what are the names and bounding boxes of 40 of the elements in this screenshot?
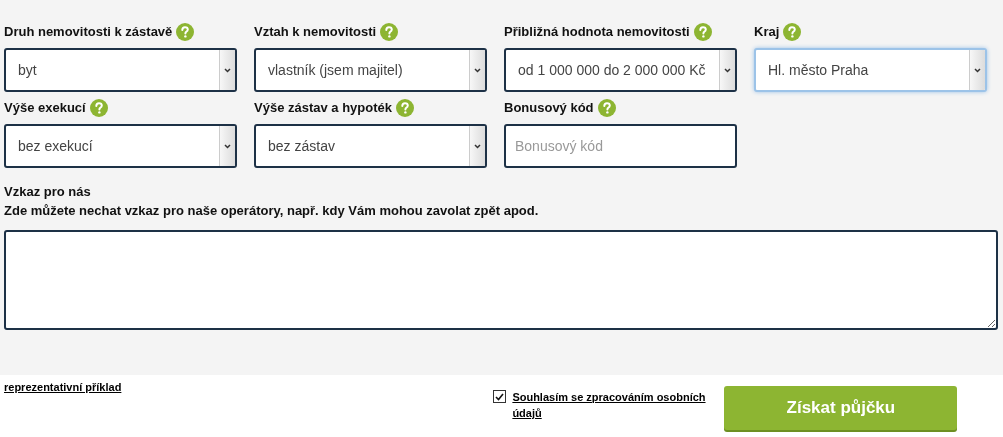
field-label: Bonusový kód [504,99,594,118]
select-field[interactable]: byt [4,48,237,92]
chevron-down-icon [224,143,231,149]
select-value: bez zástav [267,136,336,156]
select-field[interactable]: bez exekucí [4,124,237,168]
chevron-down-icon [474,67,481,73]
chevron-down-icon [724,67,731,73]
field-label: Druh nemovitosti k zástavě [4,23,173,42]
field-label: Kraj [754,23,780,42]
consent-checkbox[interactable] [493,390,507,403]
select-field[interactable]: bez zástav [254,124,487,168]
select-field[interactable]: vlastník (jsem majitel) [254,48,487,92]
field-label: Výše zástav a hypoték [254,99,393,118]
help-icon[interactable] [89,99,108,117]
checkmark-icon [495,392,505,401]
message-field[interactable] [4,230,998,330]
consent-label[interactable]: Souhlasím se zpracováním osobních údajů [512,389,724,421]
help-icon[interactable] [396,99,415,117]
help-icon[interactable] [783,23,802,41]
select-value: bez exekucí [17,136,94,156]
field-label: Přibližná hodnota nemovitosti [504,23,690,42]
select-value: od 1 000 000 do 2 000 000 Kč [517,60,707,80]
chevron-down-icon [474,143,481,149]
select-field[interactable]: Hl. město Praha [754,48,987,92]
help-icon[interactable] [176,23,195,41]
select-value: Hl. město Praha [767,60,870,80]
chevron-down-icon [974,67,981,73]
help-icon[interactable] [693,23,712,41]
select-value: vlastník (jsem majitel) [267,60,404,80]
field-label: Výše exekucí [4,99,86,118]
bonus-code-field[interactable]: Bonusový kód [504,124,737,168]
message-label: Vzkaz pro nás [4,183,92,201]
help-icon[interactable] [380,23,399,41]
field-label: Vztah k nemovitosti [254,23,377,42]
select-value: byt [17,60,38,80]
help-icon[interactable] [597,99,616,117]
chevron-down-icon [224,67,231,73]
example-link[interactable]: reprezentativní příklad [4,379,122,396]
select-field[interactable]: od 1 000 000 do 2 000 000 Kč [504,48,737,92]
message-hint: Zde můžete nechat vzkaz pro naše operátory, např. kdy Vám mohou zavolat zpět apod. [4,202,540,220]
